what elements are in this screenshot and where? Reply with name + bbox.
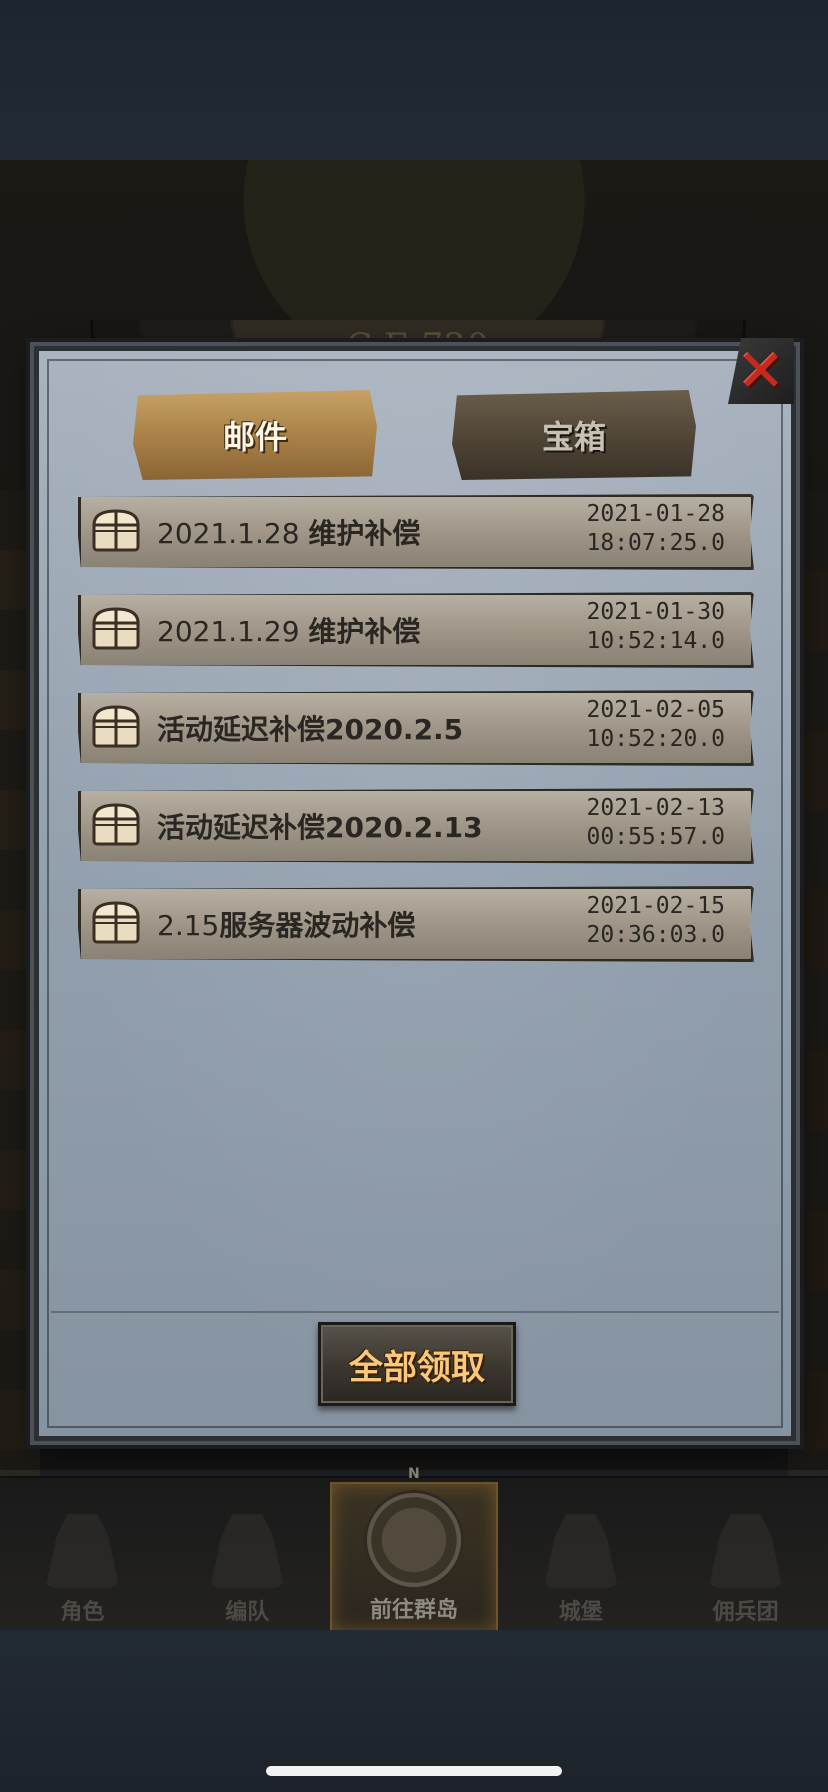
mail-time: 10:52:14.0 <box>586 628 725 654</box>
mail-item[interactable]: 活动延迟补偿2020.2.13 2021-02-13 00:55:57.0 <box>78 788 754 864</box>
mail-date: 2021-01-28 <box>586 501 725 527</box>
mail-list: 2021.1.28 维护补偿 2021-01-28 18:07:25.0 202… <box>78 494 754 984</box>
nav-item-islands[interactable]: N 前往群岛 <box>329 1466 499 1632</box>
mail-title-text: 服务器波动补偿 <box>219 909 416 942</box>
top-status-area <box>0 0 828 160</box>
mail-time: 00:55:57.0 <box>586 824 725 850</box>
nav-label: 城堡 <box>558 1600 603 1625</box>
mail-title-text: 维护补偿 <box>308 615 421 648</box>
mail-date: 2021-01-30 <box>586 599 725 625</box>
mail-title: 2021.1.29 维护补偿 <box>157 610 420 650</box>
mail-title: 2021.1.28 维护补偿 <box>157 512 420 552</box>
mail-title: 活动延迟补偿2020.2.13 <box>157 806 483 846</box>
claim-all-label: 全部领取 <box>349 1347 485 1388</box>
mail-item[interactable]: 2021.1.28 维护补偿 2021-01-28 18:07:25.0 <box>78 494 754 570</box>
nav-item-formation[interactable]: 编队 <box>165 1478 330 1632</box>
mail-title-prefix: 2021.1.29 <box>157 615 309 648</box>
mail-title-text: 活动延迟补偿2020.2.13 <box>157 811 483 844</box>
helmet-icon <box>210 1514 285 1588</box>
tab-mail[interactable]: 邮件 <box>133 390 377 480</box>
banner-icon <box>708 1514 783 1588</box>
nav-item-mercenary[interactable]: 佣兵团 <box>663 1478 828 1632</box>
treasure-chest-icon <box>92 705 140 748</box>
mail-item[interactable]: 2.15服务器波动补偿 2021-02-15 20:36:03.0 <box>78 886 754 962</box>
treasure-chest-icon <box>92 803 140 846</box>
mail-date: 2021-02-13 <box>586 795 725 821</box>
mail-title-text: 维护补偿 <box>308 517 421 550</box>
compass-north-letter: N <box>407 1466 420 1482</box>
knight-icon <box>45 1514 120 1588</box>
mail-item[interactable]: 2021.1.29 维护补偿 2021-01-30 10:52:14.0 <box>78 592 754 668</box>
treasure-chest-icon <box>92 509 140 552</box>
mail-date: 2021-02-15 <box>586 893 725 919</box>
compass-icon: N <box>363 1466 464 1590</box>
divider <box>51 1311 779 1313</box>
tab-label: 宝箱 <box>541 418 606 456</box>
mail-item[interactable]: 活动延迟补偿2020.2.5 2021-02-05 10:52:20.0 <box>78 690 754 766</box>
nav-label: 角色 <box>60 1600 105 1625</box>
treasure-chest-icon <box>92 607 140 650</box>
nav-item-character[interactable]: 角色 <box>0 1478 165 1632</box>
nav-label: 编队 <box>225 1600 270 1625</box>
tab-chest[interactable]: 宝箱 <box>452 390 696 480</box>
tab-label: 邮件 <box>222 418 287 456</box>
nav-label: 佣兵团 <box>712 1600 779 1625</box>
mail-title: 2.15服务器波动补偿 <box>157 904 415 944</box>
mail-time: 18:07:25.0 <box>586 530 725 556</box>
mail-title-prefix: 2021.1.28 <box>157 517 309 550</box>
castle-icon <box>543 1514 618 1588</box>
close-icon: ✕ <box>736 337 786 405</box>
claim-all-button[interactable]: 全部领取 <box>318 1322 516 1406</box>
home-indicator[interactable] <box>266 1766 562 1776</box>
mail-title-prefix: 2.15 <box>157 909 220 942</box>
mail-time: 10:52:20.0 <box>586 726 725 752</box>
mail-title-text: 活动延迟补偿2020.2.5 <box>157 713 464 746</box>
mail-time: 20:36:03.0 <box>586 922 725 948</box>
nav-label: 前往群岛 <box>369 1598 458 1623</box>
bottom-nav: 角色 编队 N 前往群岛 城堡 佣兵团 <box>0 1466 828 1632</box>
mail-title: 活动延迟补偿2020.2.5 <box>157 708 463 748</box>
mail-date: 2021-02-05 <box>586 697 725 723</box>
treasure-chest-icon <box>92 901 140 944</box>
nav-item-castle[interactable]: 城堡 <box>498 1478 663 1632</box>
